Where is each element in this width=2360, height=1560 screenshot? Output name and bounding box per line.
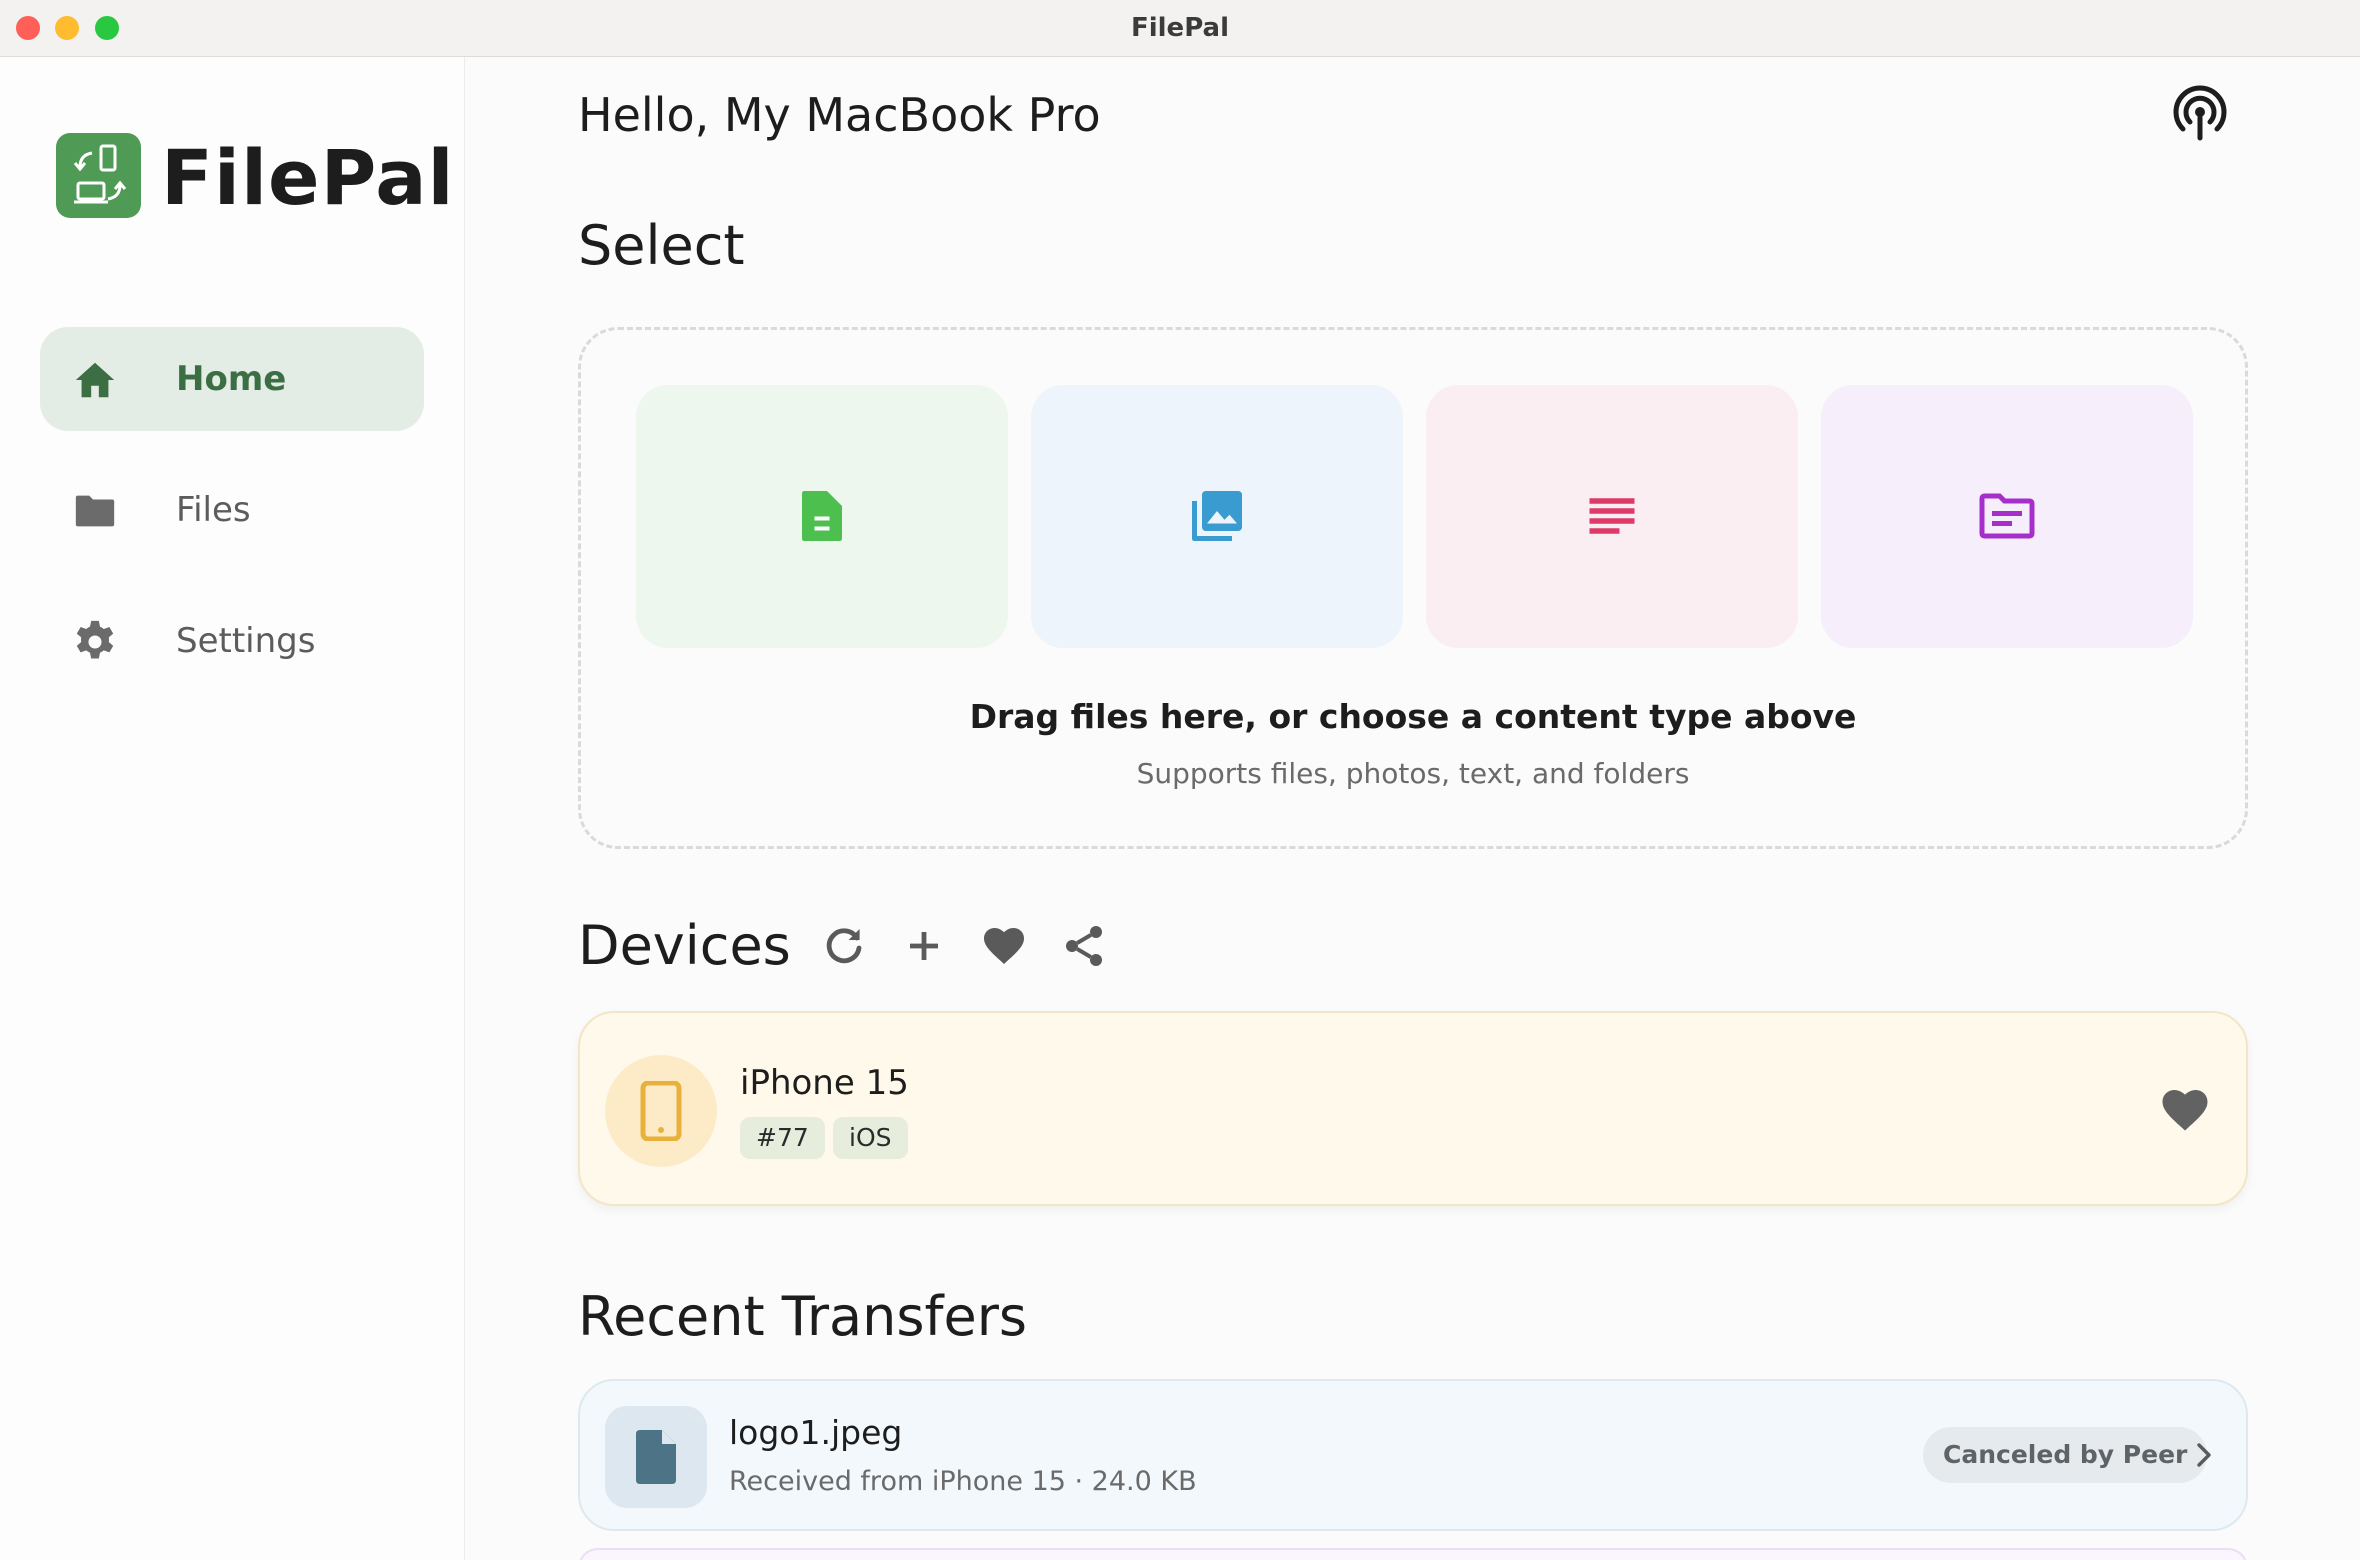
transfer-row[interactable] <box>578 1548 2248 1560</box>
file-name: logo1.jpeg <box>729 1413 903 1452</box>
folder-icon <box>75 495 115 527</box>
text-icon <box>1589 498 1635 534</box>
chevron-right-icon[interactable] <box>2192 1439 2216 1471</box>
device-os-tag: iOS <box>833 1117 908 1159</box>
sidebar-item-label: Files <box>176 490 251 530</box>
broadcast-icon[interactable] <box>2170 84 2230 144</box>
heart-icon[interactable] <box>980 922 1028 970</box>
greeting-text: Hello, My MacBook Pro <box>578 88 1101 142</box>
sidebar-item-settings[interactable]: Settings <box>40 589 424 693</box>
drop-zone[interactable]: Drag files here, or choose a content typ… <box>578 327 2248 849</box>
device-id-tag: #77 <box>740 1117 825 1159</box>
photos-icon <box>1192 491 1242 541</box>
content-type-photos-tile[interactable] <box>1031 385 1403 648</box>
sidebar: FilePal Home Files Settings <box>0 57 465 1560</box>
title-bar: FilePal <box>0 0 2360 57</box>
folder-icon <box>1979 493 2035 539</box>
sidebar-item-label: Home <box>176 359 287 399</box>
device-card[interactable]: iPhone 15 #77 iOS <box>578 1011 2248 1206</box>
devices-section-title: Devices <box>578 914 791 977</box>
drop-zone-title: Drag files here, or choose a content typ… <box>969 697 1857 736</box>
sidebar-item-files[interactable]: Files <box>40 458 424 562</box>
document-icon <box>636 1430 676 1484</box>
recent-transfers-title: Recent Transfers <box>578 1285 1028 1348</box>
sidebar-item-home[interactable]: Home <box>40 327 424 431</box>
file-thumbnail <box>605 1406 707 1508</box>
sidebar-item-label: Settings <box>176 621 316 661</box>
select-section-title: Select <box>578 214 745 277</box>
device-name: iPhone 15 <box>740 1063 909 1103</box>
content-type-file-tile[interactable] <box>636 385 1008 648</box>
add-icon[interactable] <box>900 922 948 970</box>
content-type-text-tile[interactable] <box>1426 385 1798 648</box>
transfer-row[interactable]: logo1.jpeg Received from iPhone 15 · 24.… <box>578 1379 2248 1531</box>
device-avatar <box>605 1055 717 1167</box>
file-meta: Received from iPhone 15 · 24.0 KB <box>729 1466 1197 1497</box>
app-window: FilePal FilePal Home Files Settings Hell… <box>0 0 2360 1560</box>
content-type-folder-tile[interactable] <box>1821 385 2193 648</box>
favorite-heart-icon[interactable] <box>2158 1083 2212 1133</box>
share-icon[interactable] <box>1060 922 1108 970</box>
app-name: FilePal <box>161 133 455 222</box>
phone-icon <box>640 1081 682 1141</box>
gear-icon <box>76 620 114 659</box>
refresh-icon[interactable] <box>820 922 868 970</box>
drop-zone-subtitle: Supports files, photos, text, and folder… <box>1136 757 1690 790</box>
home-icon <box>75 362 115 398</box>
window-title: FilePal <box>1130 13 1230 43</box>
file-icon <box>802 491 842 541</box>
app-logo-icon <box>56 133 141 218</box>
status-badge: Canceled by Peer <box>1923 1427 2208 1483</box>
